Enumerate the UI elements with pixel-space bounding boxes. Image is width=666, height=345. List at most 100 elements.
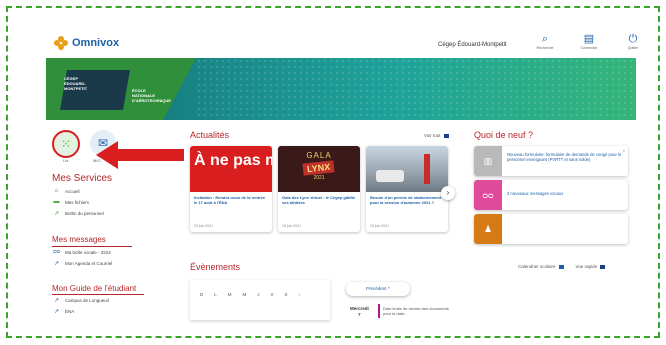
news-title: Invitation : Rendez-vous de la rentrée l… <box>194 195 266 205</box>
banner-ena-text: ÉCOLE NATIONALE D'AÉROTECHNIQUE <box>132 88 171 103</box>
day-name: L <box>214 292 217 297</box>
home-icon: ⌂ <box>54 188 59 194</box>
news-feed-item[interactable]: ▥ Nouveau formulaire: formulaire de dema… <box>474 146 628 176</box>
logo-flower-icon <box>54 36 68 50</box>
gala-text: GALA <box>306 151 332 160</box>
lynx-badge: LYNX <box>302 160 336 176</box>
top-bar: Omnivox Cégep Édouard-Montpetit ⌕ Recher… <box>46 30 638 58</box>
voicemail-icon: ᴑᴑ <box>53 249 61 255</box>
mes-messages-title: Mes messages <box>52 235 106 244</box>
news-card[interactable]: GALA LYNX 2021 Gala des Lynx virtuel : l… <box>278 146 360 232</box>
event-date: Mercredi 7 <box>350 306 369 318</box>
guide-ena[interactable]: ↗ ÉNA <box>53 308 74 315</box>
banner-cegep-text: CÉGEP ÉDOUARD- MONTPETIT <box>64 76 88 91</box>
day-name: J <box>257 292 260 297</box>
user-icon: ♟ <box>474 214 502 244</box>
service-accueil[interactable]: ⌂ Accueil <box>53 188 80 194</box>
agenda-label: Mon Agenda et Courriel <box>65 261 113 266</box>
red-arrow-annotation <box>96 141 184 169</box>
news-card[interactable]: Besoin d'un permis de stationnement pour… <box>366 146 448 232</box>
search-button[interactable]: ⌕ Recherche <box>530 32 560 50</box>
news-title: Gala des Lynx virtuel : le Cégep gâtifie… <box>282 195 356 205</box>
section-divider <box>52 246 132 247</box>
external-link-icon: ↗ <box>53 298 60 304</box>
longueuil-label: Campus de Longueuil <box>65 298 109 303</box>
feed-text: Nouveau formulaire: formulaire de demand… <box>507 152 622 163</box>
banner-pattern <box>196 58 636 120</box>
mini-calendar: D L M M J V S › <box>190 280 330 320</box>
section-divider <box>52 294 144 295</box>
logo-text: Omnivox <box>72 37 120 49</box>
gate-post <box>424 154 430 184</box>
message-agenda[interactable]: ↗ Mon Agenda et Courriel <box>53 260 112 267</box>
news-date: 15 juin 2021 <box>370 224 390 228</box>
college-name: Cégep Édouard-Montpetit <box>438 42 507 48</box>
guide-title: Mon Guide de l'étudiant <box>52 284 137 293</box>
apps-button[interactable]: ⁙ <box>52 130 80 158</box>
day-name: S <box>284 292 288 297</box>
dossier-button[interactable]: ▤ Connexion <box>574 32 604 50</box>
document-icon: ▥ <box>474 146 502 176</box>
calendar-link-label: Calendrier scolaire <box>518 264 556 269</box>
actualites-title: Actualités <box>190 130 230 140</box>
mes-services-title: Mes Services <box>52 173 113 184</box>
news-date: 18 juin 2021 <box>282 224 302 228</box>
external-link-icon: ↗ <box>53 309 60 315</box>
service-fichiers[interactable]: ▬ Mes fichiers <box>53 199 90 205</box>
close-icon[interactable]: × <box>623 148 625 153</box>
logout-button[interactable]: ⏻ Quitter <box>618 32 648 50</box>
omnivox-logo[interactable]: Omnivox <box>54 36 119 50</box>
grid-icon <box>600 264 606 269</box>
event-subtitle: pour la date... <box>383 311 408 316</box>
service-fichiers-label: Mes fichiers <box>65 199 90 205</box>
voir-tout-label: Voir tout <box>424 133 441 138</box>
news-image: GALA LYNX 2021 <box>278 146 360 192</box>
news-date: 23 juin 2021 <box>194 224 214 228</box>
event-entry[interactable]: Date limite de remise des documents pour… <box>383 306 449 316</box>
search-icon: ⌕ <box>541 33 549 45</box>
vue-rapide-link[interactable]: Vue rapide <box>576 264 606 269</box>
service-bottin-label: Bottin du personnel <box>65 211 104 216</box>
message-boite-vocale[interactable]: ᴑᴑ Ma boîte vocale - 3224 <box>53 249 111 255</box>
vue-rapide-label: Vue rapide <box>575 264 598 269</box>
news-feed-item[interactable]: ♟ <box>474 214 628 244</box>
calendar-scolaire-link[interactable]: Calendrier scolaire <box>518 264 564 269</box>
external-link-icon: ↗ <box>53 211 60 217</box>
carousel-next-button[interactable]: › <box>441 186 455 200</box>
search-label: Recherche <box>536 46 554 50</box>
guide-longueuil[interactable]: ↗ Campus de Longueuil <box>53 297 109 304</box>
gala-year: 2021 <box>313 175 325 181</box>
boite-vocale-label: Ma boîte vocale - 3224 <box>65 249 111 255</box>
day-name: M <box>227 292 232 297</box>
header-actions: ⌕ Recherche ▤ Connexion ⏻ Quitter <box>530 32 648 50</box>
service-bottin[interactable]: ↗ Bottin du personnel <box>53 210 104 217</box>
evenements-title: Évènements <box>190 262 241 272</box>
event-day-number: 7 <box>358 312 361 317</box>
news-image <box>366 146 448 192</box>
news-card[interactable]: À ne pas manquer Invitation : Rendez-vou… <box>190 146 272 232</box>
dossier-icon: ▤ <box>583 33 595 45</box>
precedent-button[interactable]: Précédent ^ <box>346 282 410 296</box>
folder-icon: ▬ <box>53 199 60 205</box>
calendar-links: Calendrier scolaire Vue rapide <box>518 264 606 269</box>
dossier-label: Connexion <box>580 46 598 50</box>
news-image: À ne pas manquer <box>190 146 272 192</box>
logout-label: Quitter <box>627 46 639 50</box>
day-name: V <box>270 292 274 297</box>
grid-icon <box>443 133 449 138</box>
service-accueil-label: Accueil <box>65 188 80 194</box>
feed-text: 3 nouveaux messages vocaux <box>507 191 564 196</box>
apps-grid-icon: ⁙ <box>60 137 72 151</box>
power-icon: ⏻ <box>628 33 638 45</box>
actualites-voir-tout[interactable]: Voir tout <box>424 133 449 138</box>
day-name: D <box>200 292 204 297</box>
event-color-bar <box>378 304 380 318</box>
car-shape <box>376 170 404 182</box>
news-feed-item[interactable]: ᴑᴑ 3 nouveaux messages vocaux <box>474 180 628 210</box>
day-name: M <box>242 292 247 297</box>
chevron-right-icon[interactable]: › <box>299 292 301 297</box>
news-title: Besoin d'un permis de stationnement pour… <box>370 195 442 205</box>
voicemail-icon: ᴑᴑ <box>474 180 502 210</box>
external-link-icon: ↗ <box>53 261 60 267</box>
college-banner: CÉGEP ÉDOUARD- MONTPETIT ÉCOLE NATIONALE… <box>46 58 636 120</box>
